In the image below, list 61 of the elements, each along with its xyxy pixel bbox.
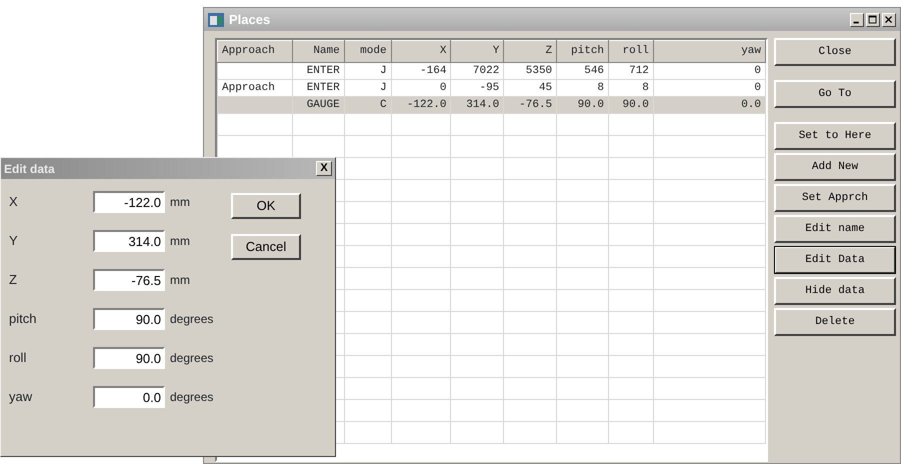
input-field[interactable]: 90.0 xyxy=(93,347,165,369)
dialog-close-button[interactable]: X xyxy=(316,161,332,176)
input-field[interactable]: -122.0 xyxy=(93,191,165,213)
input-field[interactable]: 90.0 xyxy=(93,308,165,330)
field-label: yaw xyxy=(9,388,34,406)
column-header[interactable]: Y xyxy=(450,40,504,62)
toolbar-button[interactable]: Hide data xyxy=(774,277,896,305)
unit-label: degrees xyxy=(170,350,214,367)
maximize-icon[interactable] xyxy=(866,12,880,26)
column-header[interactable]: roll xyxy=(608,40,654,62)
field-label: X xyxy=(9,193,19,212)
column-header[interactable]: pitch xyxy=(556,40,609,62)
toolbar-button[interactable]: Go To xyxy=(774,80,896,108)
table-cell: 314.0 xyxy=(450,96,504,114)
toolbar-button[interactable]: Set to Here xyxy=(774,122,896,150)
field-label: pitch xyxy=(9,310,38,328)
field-label: Y xyxy=(9,232,19,250)
unit-label: degrees xyxy=(170,389,214,406)
dialog-title: Edit data xyxy=(4,160,55,178)
cancel-button[interactable]: Cancel xyxy=(231,234,301,260)
minimize-icon[interactable] xyxy=(850,12,864,26)
unit-label: mm xyxy=(170,233,190,250)
table-cell: C xyxy=(344,96,392,114)
toolbar-button[interactable]: Edit Data xyxy=(774,246,896,274)
input-field[interactable]: 314.0 xyxy=(93,230,165,252)
column-header[interactable]: yaw xyxy=(653,40,766,62)
unit-label: mm xyxy=(170,272,190,289)
window-icon xyxy=(208,12,224,26)
table-cell: GAUGE xyxy=(292,96,344,114)
table-cell: 5350 xyxy=(504,62,557,80)
toolbar-button[interactable]: Edit name xyxy=(774,215,896,243)
toolbar-button[interactable]: Add New xyxy=(774,153,896,181)
table-cell: 0 xyxy=(653,62,766,80)
column-header[interactable]: Name xyxy=(292,40,344,62)
column-header[interactable]: mode xyxy=(344,40,392,62)
toolbar-button[interactable]: Delete xyxy=(774,308,896,336)
table-cell: J xyxy=(344,62,392,80)
field-label: roll xyxy=(9,349,28,368)
table-cell: 90.0 xyxy=(556,96,609,114)
column-header[interactable]: Approach xyxy=(218,40,292,62)
input-field[interactable]: 0.0 xyxy=(93,386,165,408)
unit-label: mm xyxy=(170,194,190,211)
window-title: Places xyxy=(229,10,270,29)
toolbar-button[interactable]: Set Apprch xyxy=(774,184,896,212)
table-cell: -122.0 xyxy=(391,96,451,114)
table-cell: 90.0 xyxy=(608,96,654,114)
input-field[interactable]: -76.5 xyxy=(93,269,165,291)
column-header[interactable]: X xyxy=(391,40,451,62)
close-icon[interactable] xyxy=(882,12,896,26)
table-cell: -76.5 xyxy=(504,96,557,114)
table-cell: ENTER xyxy=(292,62,344,80)
column-header[interactable]: Z xyxy=(504,40,557,62)
table-cell: 712 xyxy=(608,62,654,80)
table-cell: 7022 xyxy=(450,62,504,80)
unit-label: degrees xyxy=(170,311,214,328)
toolbar-button[interactable]: Close xyxy=(774,38,896,66)
table-cell: 546 xyxy=(556,62,609,80)
field-label: Z xyxy=(9,271,18,290)
table-cell: -164 xyxy=(391,62,451,80)
table-cell: 0.0 xyxy=(653,96,766,114)
ok-button[interactable]: OK xyxy=(231,193,301,219)
